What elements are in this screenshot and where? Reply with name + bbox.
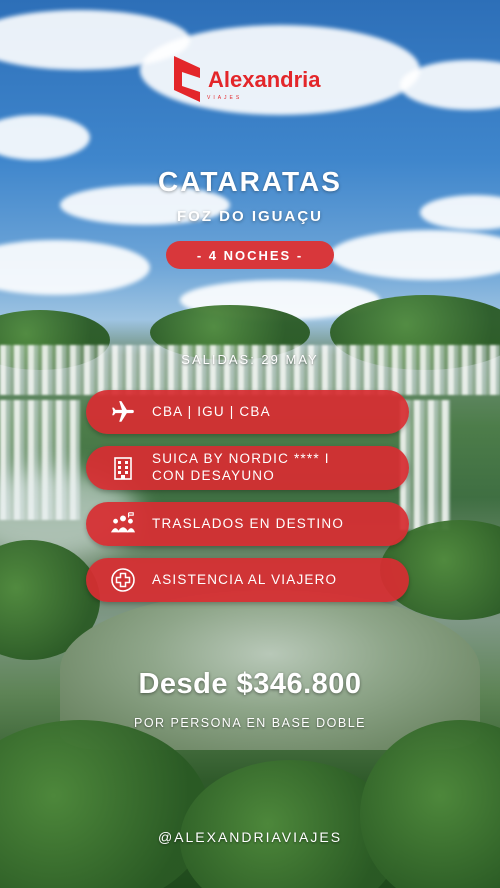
departure-date: SALIDAS: 29 MAY [181, 352, 319, 367]
price-basis: POR PERSONA EN BASE DOBLE [133, 716, 366, 730]
hotel-name: SUICA BY NORDIC **** I [152, 451, 330, 467]
airplane-icon [110, 399, 136, 425]
feature-transfers: TRASLADOS EN DESTINO [86, 502, 409, 546]
brand-tagline: VIAJES [207, 95, 243, 101]
brand-logo: Alexandria VIAJES [174, 54, 321, 106]
hotel-board: CON DESAYUNO [152, 468, 275, 483]
hotel-icon [110, 455, 136, 481]
brand-name: Alexandria [208, 67, 321, 92]
social-handle[interactable]: @ALEXANDRIAVIAJES [0, 829, 500, 845]
price-main: Desde $346.800 [138, 668, 362, 700]
feature-label: SUICA BY NORDIC **** I CON DESAYUNO [152, 451, 330, 485]
feature-flights: CBA | IGU | CBA [86, 390, 409, 434]
cloud [0, 115, 90, 160]
brand-logo-icon [174, 56, 200, 102]
cloud [0, 240, 150, 295]
medical-cross-icon [110, 567, 136, 593]
feature-label: ASISTENCIA AL VIAJERO [152, 571, 338, 587]
promo-poster: Alexandria VIAJES CATARATAS FOZ DO IGUAÇ… [0, 0, 500, 888]
nights-badge: - 4 NOCHES - [166, 241, 334, 269]
feature-assistance: ASISTENCIA AL VIAJERO [86, 558, 409, 602]
cloud [330, 230, 500, 280]
feature-label: CBA | IGU | CBA [152, 403, 271, 419]
transfer-icon [110, 511, 136, 537]
feature-label: TRASLADOS EN DESTINO [152, 515, 345, 531]
page-title: CATARATAS [158, 166, 342, 197]
feature-hotel: SUICA BY NORDIC **** I CON DESAYUNO [86, 446, 409, 490]
destination-subtitle: FOZ DO IGUAÇU [177, 208, 323, 225]
